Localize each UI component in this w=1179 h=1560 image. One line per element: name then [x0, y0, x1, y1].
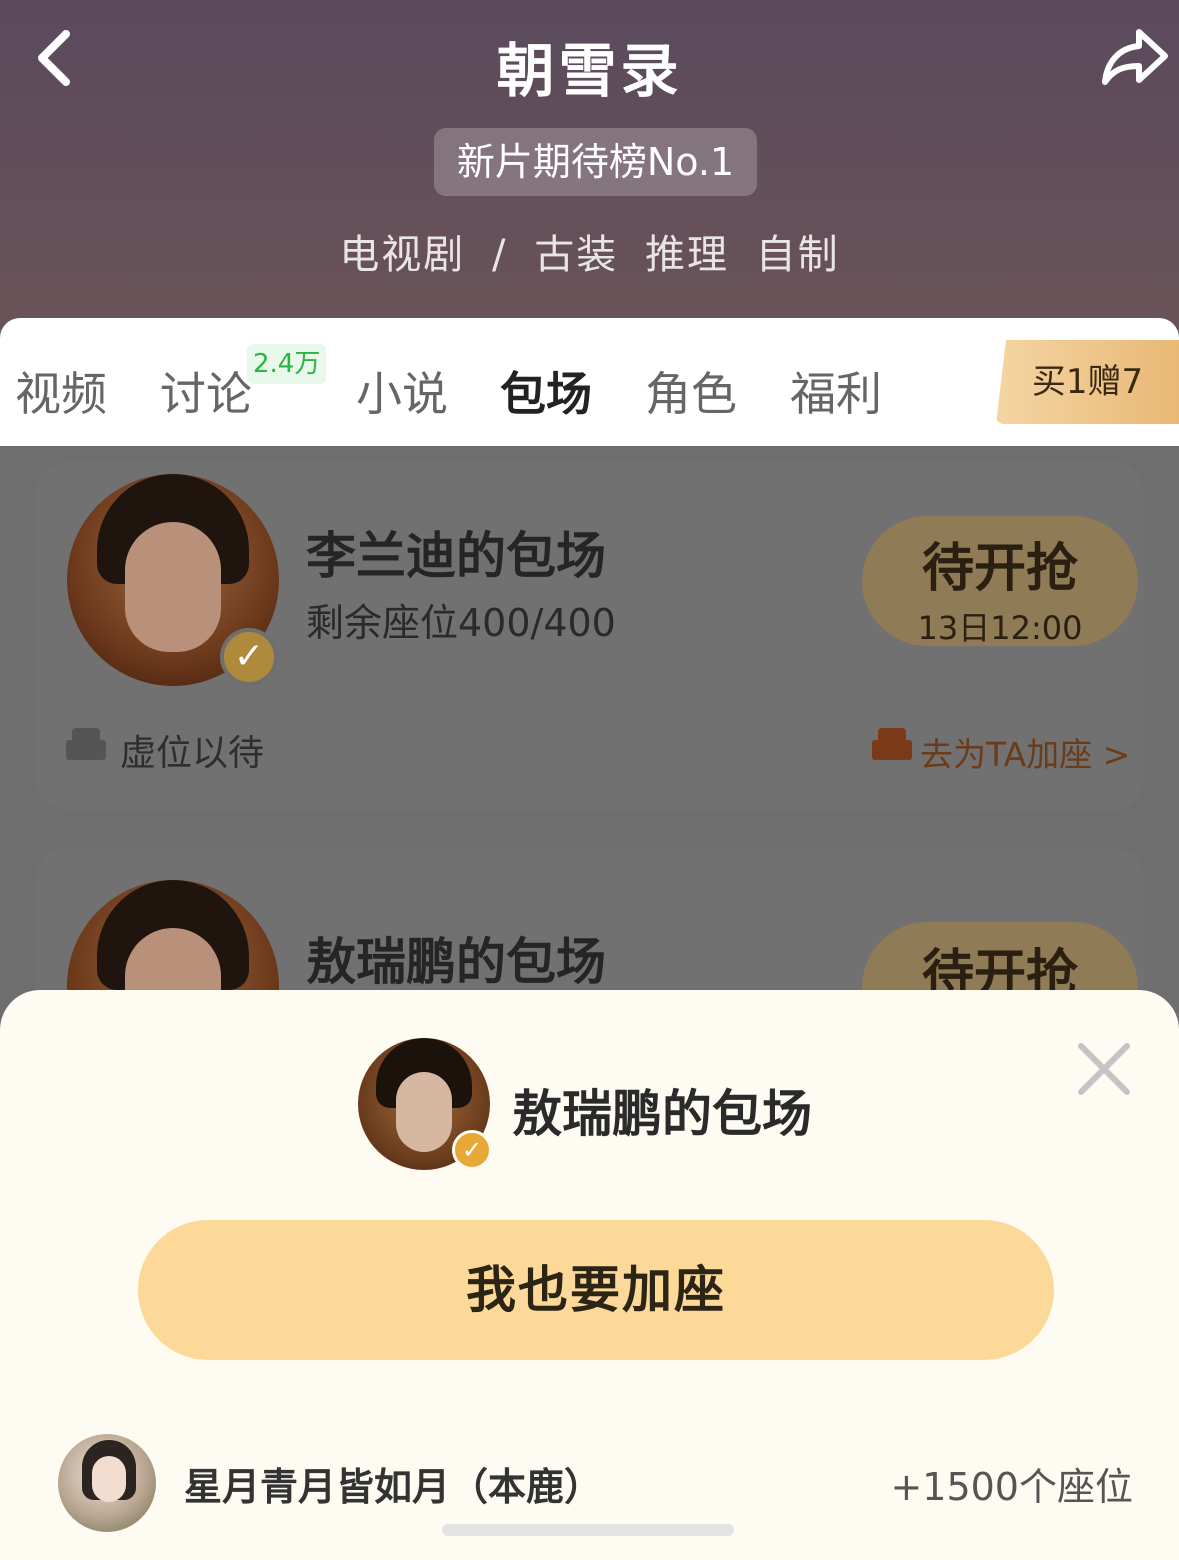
avatar — [58, 1434, 156, 1532]
status-button[interactable]: 待开抢 13日12:00 — [862, 516, 1138, 647]
share-button[interactable] — [1099, 22, 1171, 92]
genre-tags: 电视剧 / 古装 推理 自制 — [0, 222, 1179, 280]
seat-icon — [66, 728, 106, 760]
share-icon — [1102, 29, 1168, 85]
tab-characters[interactable]: 角色 — [645, 358, 737, 424]
card-title: 李兰迪的包场 — [306, 527, 606, 585]
seats-remaining: 剩余座位400/400 — [306, 601, 616, 645]
rank-badge[interactable]: 新片期待榜No.1 — [434, 128, 757, 196]
avatar-face — [396, 1072, 452, 1152]
tab-discussion[interactable]: 讨论 — [160, 358, 252, 424]
home-indicator[interactable] — [442, 1524, 734, 1536]
genre-tag: 自制 — [755, 232, 840, 278]
avatar-face — [92, 1456, 126, 1502]
show-header: 朝雪录 新片期待榜No.1 电视剧 / 古装 推理 自制 — [0, 0, 1179, 330]
tab-booking[interactable]: 包场 — [500, 358, 592, 424]
tab-video[interactable]: 视频 — [15, 358, 107, 424]
vacant-note: 虚位以待 — [120, 733, 265, 774]
genre-tag: 古装 — [534, 232, 619, 278]
genre-tag: 推理 — [644, 232, 729, 278]
verified-icon: ✓ — [452, 1130, 492, 1170]
sheet-title: 敖瑞鹏的包场 — [512, 1085, 812, 1143]
tab-bar: 视频 讨论 2.4万 小说 包场 角色 福利 买1赠7 — [0, 318, 1179, 446]
add-seat-link[interactable]: 去为TA加座 > — [920, 728, 1130, 776]
contributor-name: 星月青月皆如月（本鹿） — [184, 1465, 603, 1509]
page-title: 朝雪录 — [496, 37, 683, 105]
start-time: 13日12:00 — [917, 609, 1083, 647]
contributed-seats: +1500个座位 — [890, 1465, 1133, 1509]
add-seat-button[interactable]: 我也要加座 — [138, 1220, 1054, 1360]
promo-button[interactable]: 买1赠7 — [996, 340, 1179, 424]
avatar-face — [125, 522, 221, 652]
tab-welfare[interactable]: 福利 — [790, 358, 882, 424]
seat-icon — [872, 728, 912, 760]
booking-card[interactable]: ✓ 李兰迪的包场 剩余座位400/400 待开抢 13日12:00 虚位以待 去… — [36, 462, 1144, 810]
close-icon[interactable] — [1075, 1040, 1133, 1098]
tab-novel[interactable]: 小说 — [356, 358, 448, 424]
discussion-count-badge: 2.4万 — [247, 344, 327, 384]
genre-separator: / — [492, 232, 508, 278]
verified-icon: ✓ — [220, 628, 278, 686]
card-title: 敖瑞鹏的包场 — [306, 933, 606, 991]
status-label: 待开抢 — [921, 539, 1078, 599]
bottom-sheet: ✓ 敖瑞鹏的包场 我也要加座 星月青月皆如月（本鹿） +1500个座位 — [0, 990, 1179, 1560]
genre-type: 电视剧 — [339, 232, 466, 278]
